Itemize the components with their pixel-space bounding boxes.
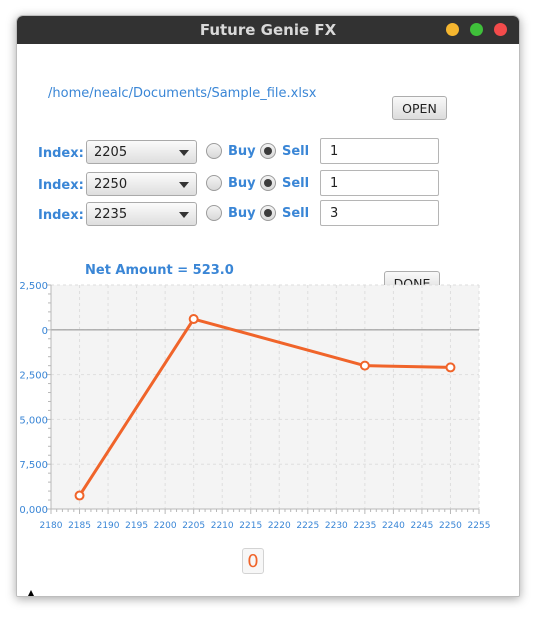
x-tick-label: 2210 [211, 521, 234, 531]
maximize-button[interactable] [470, 23, 483, 36]
y-tick-label: 2,500 [19, 281, 48, 292]
quantity-input-1[interactable]: 1 [320, 138, 439, 164]
chevron-down-icon [179, 150, 189, 156]
y-tick-label: 2,500 [19, 371, 48, 382]
index-select-value: 2205 [94, 145, 128, 160]
index-select-2[interactable]: 2250 [86, 172, 197, 196]
x-tick-label: 2255 [468, 521, 491, 531]
order-row-1: Index: 2205 Buy Sell 1 [17, 138, 519, 166]
data-point [188, 314, 199, 325]
index-select-1[interactable]: 2205 [86, 140, 197, 164]
data-point [445, 362, 456, 373]
sell-radio-2[interactable] [260, 175, 276, 191]
x-tick-label: 2250 [439, 521, 462, 531]
chevron-down-icon [179, 212, 189, 218]
x-tick-label: 2200 [154, 521, 177, 531]
buy-radio-label: Buy [228, 206, 256, 221]
x-tick-label: 2230 [325, 521, 348, 531]
y-tick-label: 0 [42, 326, 48, 337]
main-panel: /home/nealc/Documents/Sample_file.xlsx O… [17, 44, 519, 596]
file-path-label: /home/nealc/Documents/Sample_file.xlsx [48, 86, 317, 101]
index-label: Index: [38, 178, 84, 193]
order-row-3: Index: 2235 Buy Sell 3 [17, 200, 519, 228]
index-select-3[interactable]: 2235 [86, 202, 197, 226]
sell-radio-label: Sell [282, 144, 310, 159]
x-tick-label: 2180 [40, 521, 63, 531]
x-tick-label: 2225 [296, 521, 319, 531]
x-tick-label: 2215 [239, 521, 262, 531]
x-tick-label: 2185 [68, 521, 91, 531]
x-tick-label: 2245 [410, 521, 433, 531]
x-tick-label: 2220 [268, 521, 291, 531]
x-tick-label: 2195 [125, 521, 148, 531]
net-amount-label: Net Amount = 523.0 [85, 263, 234, 278]
counter-display: 0 [242, 548, 264, 574]
sell-radio-label: Sell [282, 176, 310, 191]
quantity-input-3[interactable]: 3 [320, 200, 439, 226]
title-bar[interactable]: Future Genie FX [17, 16, 519, 44]
close-button[interactable] [494, 23, 507, 36]
sell-radio-1[interactable] [260, 143, 276, 159]
data-point [359, 360, 370, 371]
y-tick-label: 0,000 [19, 505, 48, 516]
x-tick-label: 2205 [182, 521, 205, 531]
x-tick-label: 2190 [97, 521, 120, 531]
x-tick-label: 2235 [353, 521, 376, 531]
chevron-down-icon [179, 182, 189, 188]
buy-radio-2[interactable] [206, 175, 222, 191]
triangle-up-icon[interactable] [24, 590, 38, 596]
window-title: Future Genie FX [199, 21, 337, 39]
open-button[interactable]: OPEN [392, 96, 447, 120]
minimize-button[interactable] [446, 23, 459, 36]
y-tick-label: 5,000 [19, 415, 48, 426]
index-select-value: 2235 [94, 207, 128, 222]
buy-radio-1[interactable] [206, 143, 222, 159]
index-label: Index: [38, 146, 84, 161]
buy-radio-3[interactable] [206, 205, 222, 221]
sell-radio-3[interactable] [260, 205, 276, 221]
plot-background [51, 285, 479, 509]
order-row-2: Index: 2250 Buy Sell 1 [17, 170, 519, 198]
quantity-input-2[interactable]: 1 [320, 170, 439, 196]
index-label: Index: [38, 208, 84, 223]
pnl-line-chart: 2180 2185 2190 2195 2200 2205 2210 2215 2220 2225… [19, 281, 491, 531]
data-point [74, 490, 85, 501]
sell-radio-label: Sell [282, 206, 310, 221]
app-window: Future Genie FX /home/nealc/Documents/Sa… [16, 15, 520, 597]
x-tick-label: 2240 [382, 521, 405, 531]
buy-radio-label: Buy [228, 176, 256, 191]
y-tick-label: 7,500 [19, 460, 48, 471]
index-select-value: 2250 [94, 177, 128, 192]
buy-radio-label: Buy [228, 144, 256, 159]
